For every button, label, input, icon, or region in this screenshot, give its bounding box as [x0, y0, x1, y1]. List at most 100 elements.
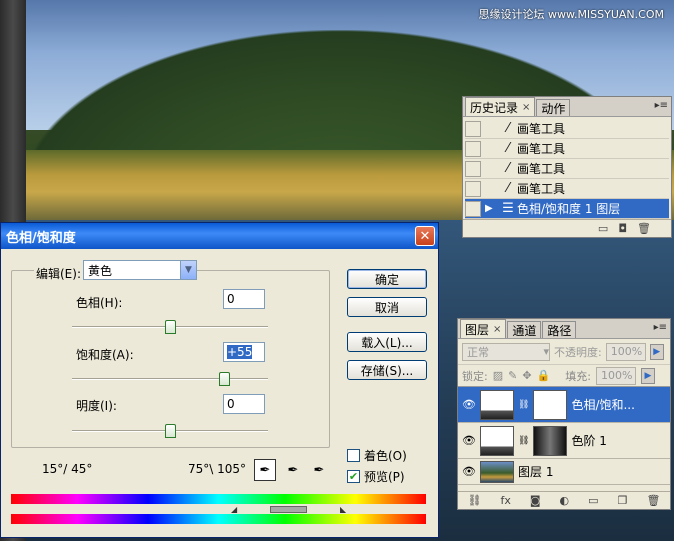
chevron-down-icon: ▾	[543, 345, 549, 358]
panel-menu-icon[interactable]: ▸≡	[654, 322, 667, 333]
history-item[interactable]: ⁄ 画笔工具	[465, 159, 669, 179]
lock-paint-icon[interactable]: ✎	[508, 369, 517, 382]
saturation-input[interactable]: +55	[223, 342, 265, 362]
layer-row-hue-saturation[interactable]: 👁 ⛓ 色相/饱和...	[458, 387, 670, 423]
history-item[interactable]: ⁄ 画笔工具	[465, 179, 669, 199]
adjustment-thumbnail	[480, 389, 514, 420]
fill-input[interactable]: 100%	[595, 366, 636, 385]
adjustment-thumbnail	[480, 425, 514, 456]
save-button[interactable]: 存储(S)...	[347, 360, 427, 380]
history-item[interactable]: ⁄ 画笔工具	[465, 119, 669, 139]
close-icon[interactable]: ×	[522, 102, 530, 113]
cancel-button[interactable]: 取消	[347, 297, 427, 317]
adjustment-icon[interactable]: ◐	[560, 494, 570, 507]
output-color-bar	[11, 514, 426, 524]
ok-button[interactable]: 确定	[347, 269, 427, 289]
preview-checkbox[interactable]: ✔	[347, 470, 360, 483]
hue-input[interactable]: 0	[223, 289, 265, 309]
eye-icon[interactable]: 👁	[462, 465, 476, 478]
layer-mask-thumbnail[interactable]	[533, 389, 568, 420]
layer-thumbnail	[480, 460, 514, 483]
close-icon[interactable]: ✕	[415, 226, 435, 246]
layers-panel: 图层 × 通道 路径 ▸≡ 正常 ▾ 不透明度: 100% ▶ 锁定: ▨ ✎ ✥…	[457, 318, 671, 510]
history-item[interactable]: ⁄ 画笔工具	[465, 139, 669, 159]
eyedropper-subtract-icon[interactable]: ✒	[308, 459, 330, 481]
brush-icon: ⁄	[506, 161, 510, 176]
chain-icon[interactable]: ⛓	[518, 400, 529, 410]
tab-history[interactable]: 历史记录 ×	[465, 97, 536, 116]
tab-layers[interactable]: 图层 ×	[460, 319, 507, 338]
eye-icon[interactable]: 👁	[462, 398, 476, 411]
eyedropper-add-icon[interactable]: ✒	[282, 459, 304, 481]
settings-group	[11, 270, 330, 448]
layers-tabs: 图层 × 通道 路径 ▸≡	[458, 319, 670, 339]
new-layer-icon[interactable]: ❐	[618, 494, 628, 507]
lock-label: 锁定:	[462, 369, 488, 383]
mask-icon[interactable]: ◙	[530, 494, 541, 507]
watermark: 思缘设计论坛 www.MISSYUAN.COM	[478, 8, 664, 21]
layer-row-levels[interactable]: 👁 ⛓ 色阶 1	[458, 423, 670, 459]
history-footer: ▭ ◘ 🗑	[463, 219, 671, 237]
link-icon[interactable]: ⛓	[468, 494, 482, 507]
brush-icon: ⁄	[506, 141, 510, 156]
opacity-label: 不透明度:	[554, 345, 602, 359]
blend-mode-select[interactable]: 正常 ▾	[462, 342, 550, 361]
snapshot-source-checkbox[interactable]	[465, 120, 481, 137]
input-color-bar	[11, 494, 426, 504]
edit-select[interactable]: 黄色 ▼	[83, 260, 197, 280]
colorize-option[interactable]: 着色(O)	[347, 447, 407, 464]
lock-all-icon[interactable]: 🔒	[537, 369, 551, 382]
panel-menu-icon[interactable]: ▸≡	[655, 100, 668, 111]
lightness-label: 明度(I):	[76, 399, 117, 413]
lightness-input[interactable]: 0	[223, 394, 265, 414]
close-icon[interactable]: ×	[493, 324, 501, 335]
opacity-arrow-icon[interactable]: ▶	[649, 343, 664, 360]
trash-icon[interactable]: 🗑	[646, 494, 660, 507]
tab-actions[interactable]: 动作	[536, 99, 571, 116]
range-right-text: 75°\ 105°	[188, 462, 247, 476]
saturation-slider-thumb[interactable]	[218, 372, 230, 386]
chevron-down-icon[interactable]: ▼	[180, 261, 196, 279]
hue-slider-thumb[interactable]	[165, 320, 176, 334]
color-range-selection[interactable]	[270, 506, 307, 513]
saturation-slider-track[interactable]	[72, 378, 268, 380]
layer-mask-thumbnail[interactable]	[533, 425, 568, 456]
group-icon[interactable]: ▭	[588, 494, 598, 507]
history-panel: 历史记录 × 动作 ▸≡ ⁄ 画笔工具 ⁄ 画笔工具 ⁄ 画笔工具 ⁄ 画笔工具…	[462, 96, 672, 238]
lock-move-icon[interactable]: ✥	[522, 369, 531, 382]
eyedropper-icon[interactable]: ✒	[254, 459, 276, 481]
fill-arrow-icon[interactable]: ▶	[640, 367, 655, 384]
chain-icon[interactable]: ⛓	[518, 436, 529, 446]
brush-icon: ⁄	[506, 121, 510, 136]
range-left-falloff-handle[interactable]: ◢	[231, 505, 237, 514]
range-right-falloff-handle[interactable]: ◣	[340, 505, 346, 514]
history-item-selected[interactable]: ▶ ☰ 色相/饱和度 1 图层	[465, 199, 669, 219]
colorize-checkbox[interactable]	[347, 449, 360, 462]
history-state-arrow-icon[interactable]: ▶	[485, 203, 499, 214]
preview-option[interactable]: ✔ 预览(P)	[347, 468, 405, 485]
tab-channels[interactable]: 通道	[507, 321, 542, 338]
snapshot-source-checkbox[interactable]	[465, 160, 481, 177]
opacity-input[interactable]: 100%	[605, 342, 646, 361]
fx-icon[interactable]: fx	[500, 494, 510, 507]
tab-paths[interactable]: 路径	[542, 321, 577, 338]
snapshot-source-checkbox[interactable]	[465, 140, 481, 157]
history-tabs: 历史记录 × 动作 ▸≡	[463, 97, 671, 117]
snapshot-source-checkbox[interactable]	[465, 180, 481, 197]
trash-icon[interactable]: 🗑	[637, 222, 651, 235]
snapshot-icon[interactable]: ◘	[618, 222, 627, 235]
dialog-title: 色相/饱和度	[6, 230, 76, 246]
load-button[interactable]: 载入(L)...	[347, 332, 427, 352]
color-range-bar[interactable]	[11, 505, 426, 513]
fill-label: 填充:	[565, 369, 591, 383]
saturation-label: 饱和度(A):	[76, 348, 134, 362]
layers-options: 正常 ▾ 不透明度: 100% ▶	[458, 339, 670, 365]
lightness-slider-thumb[interactable]	[165, 424, 176, 438]
dialog-titlebar[interactable]: 色相/饱和度 ✕	[1, 223, 438, 249]
eye-icon[interactable]: 👁	[462, 434, 476, 447]
snapshot-source-checkbox[interactable]	[465, 200, 481, 217]
layer-row-layer1[interactable]: 👁 图层 1	[458, 459, 670, 485]
new-document-icon[interactable]: ▭	[598, 222, 608, 235]
brush-icon: ⁄	[506, 181, 510, 196]
lock-transparency-icon[interactable]: ▨	[493, 369, 503, 382]
